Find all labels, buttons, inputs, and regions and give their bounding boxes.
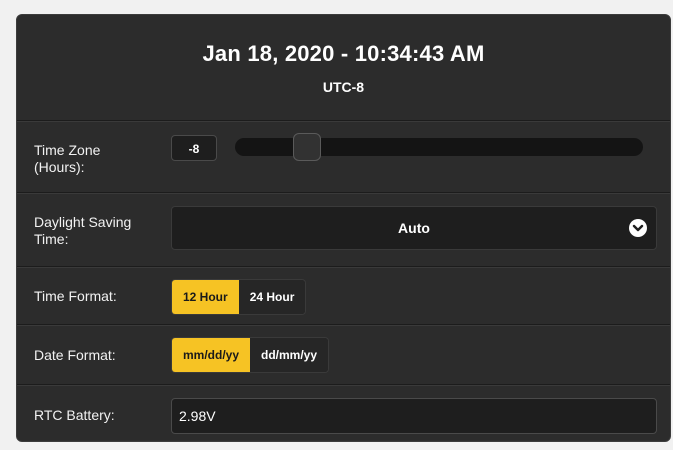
current-timezone: UTC-8 (322, 79, 365, 95)
time-zone-label: Time Zone (Hours): (34, 142, 101, 175)
daylight-saving-row: Daylight Saving Time: Auto (17, 193, 670, 267)
time-zone-slider-thumb[interactable] (293, 133, 321, 161)
time-format-row: Time Format: 12 Hour 24 Hour (17, 267, 670, 325)
time-zone-row: Time Zone (Hours): -8 (17, 121, 670, 193)
current-datetime: Jan 18, 2020 - 10:34:43 AM (202, 41, 485, 66)
time-zone-slider[interactable] (235, 133, 643, 161)
daylight-saving-selected: Auto (398, 220, 430, 236)
date-format-row: Date Format: mm/dd/yy dd/mm/yy (17, 325, 670, 385)
date-format-mmddyy-button[interactable]: mm/dd/yy (172, 338, 251, 372)
rtc-battery-label: RTC Battery: (34, 407, 115, 423)
date-format-label: Date Format: (34, 347, 116, 363)
rtc-battery-field: 2.98V (171, 398, 657, 434)
clock-header: Jan 18, 2020 - 10:34:43 AM UTC-8 (17, 15, 670, 121)
time-zone-value[interactable]: -8 (171, 135, 217, 161)
chevron-down-icon (629, 219, 647, 237)
daylight-saving-label: Daylight Saving Time: (34, 214, 132, 247)
daylight-saving-select[interactable]: Auto (171, 206, 657, 250)
time-format-label: Time Format: (34, 288, 117, 304)
rtc-battery-row: RTC Battery: 2.98V (17, 385, 670, 441)
date-format-ddmmyy-button[interactable]: dd/mm/yy (250, 338, 329, 372)
time-format-toggle: 12 Hour 24 Hour (171, 279, 307, 315)
date-format-toggle: mm/dd/yy dd/mm/yy (171, 337, 330, 373)
date-time-settings-panel: Jan 18, 2020 - 10:34:43 AM UTC-8 Time Zo… (16, 14, 671, 442)
time-format-12-hour-button[interactable]: 12 Hour (172, 280, 239, 314)
time-format-24-hour-button[interactable]: 24 Hour (238, 280, 306, 314)
